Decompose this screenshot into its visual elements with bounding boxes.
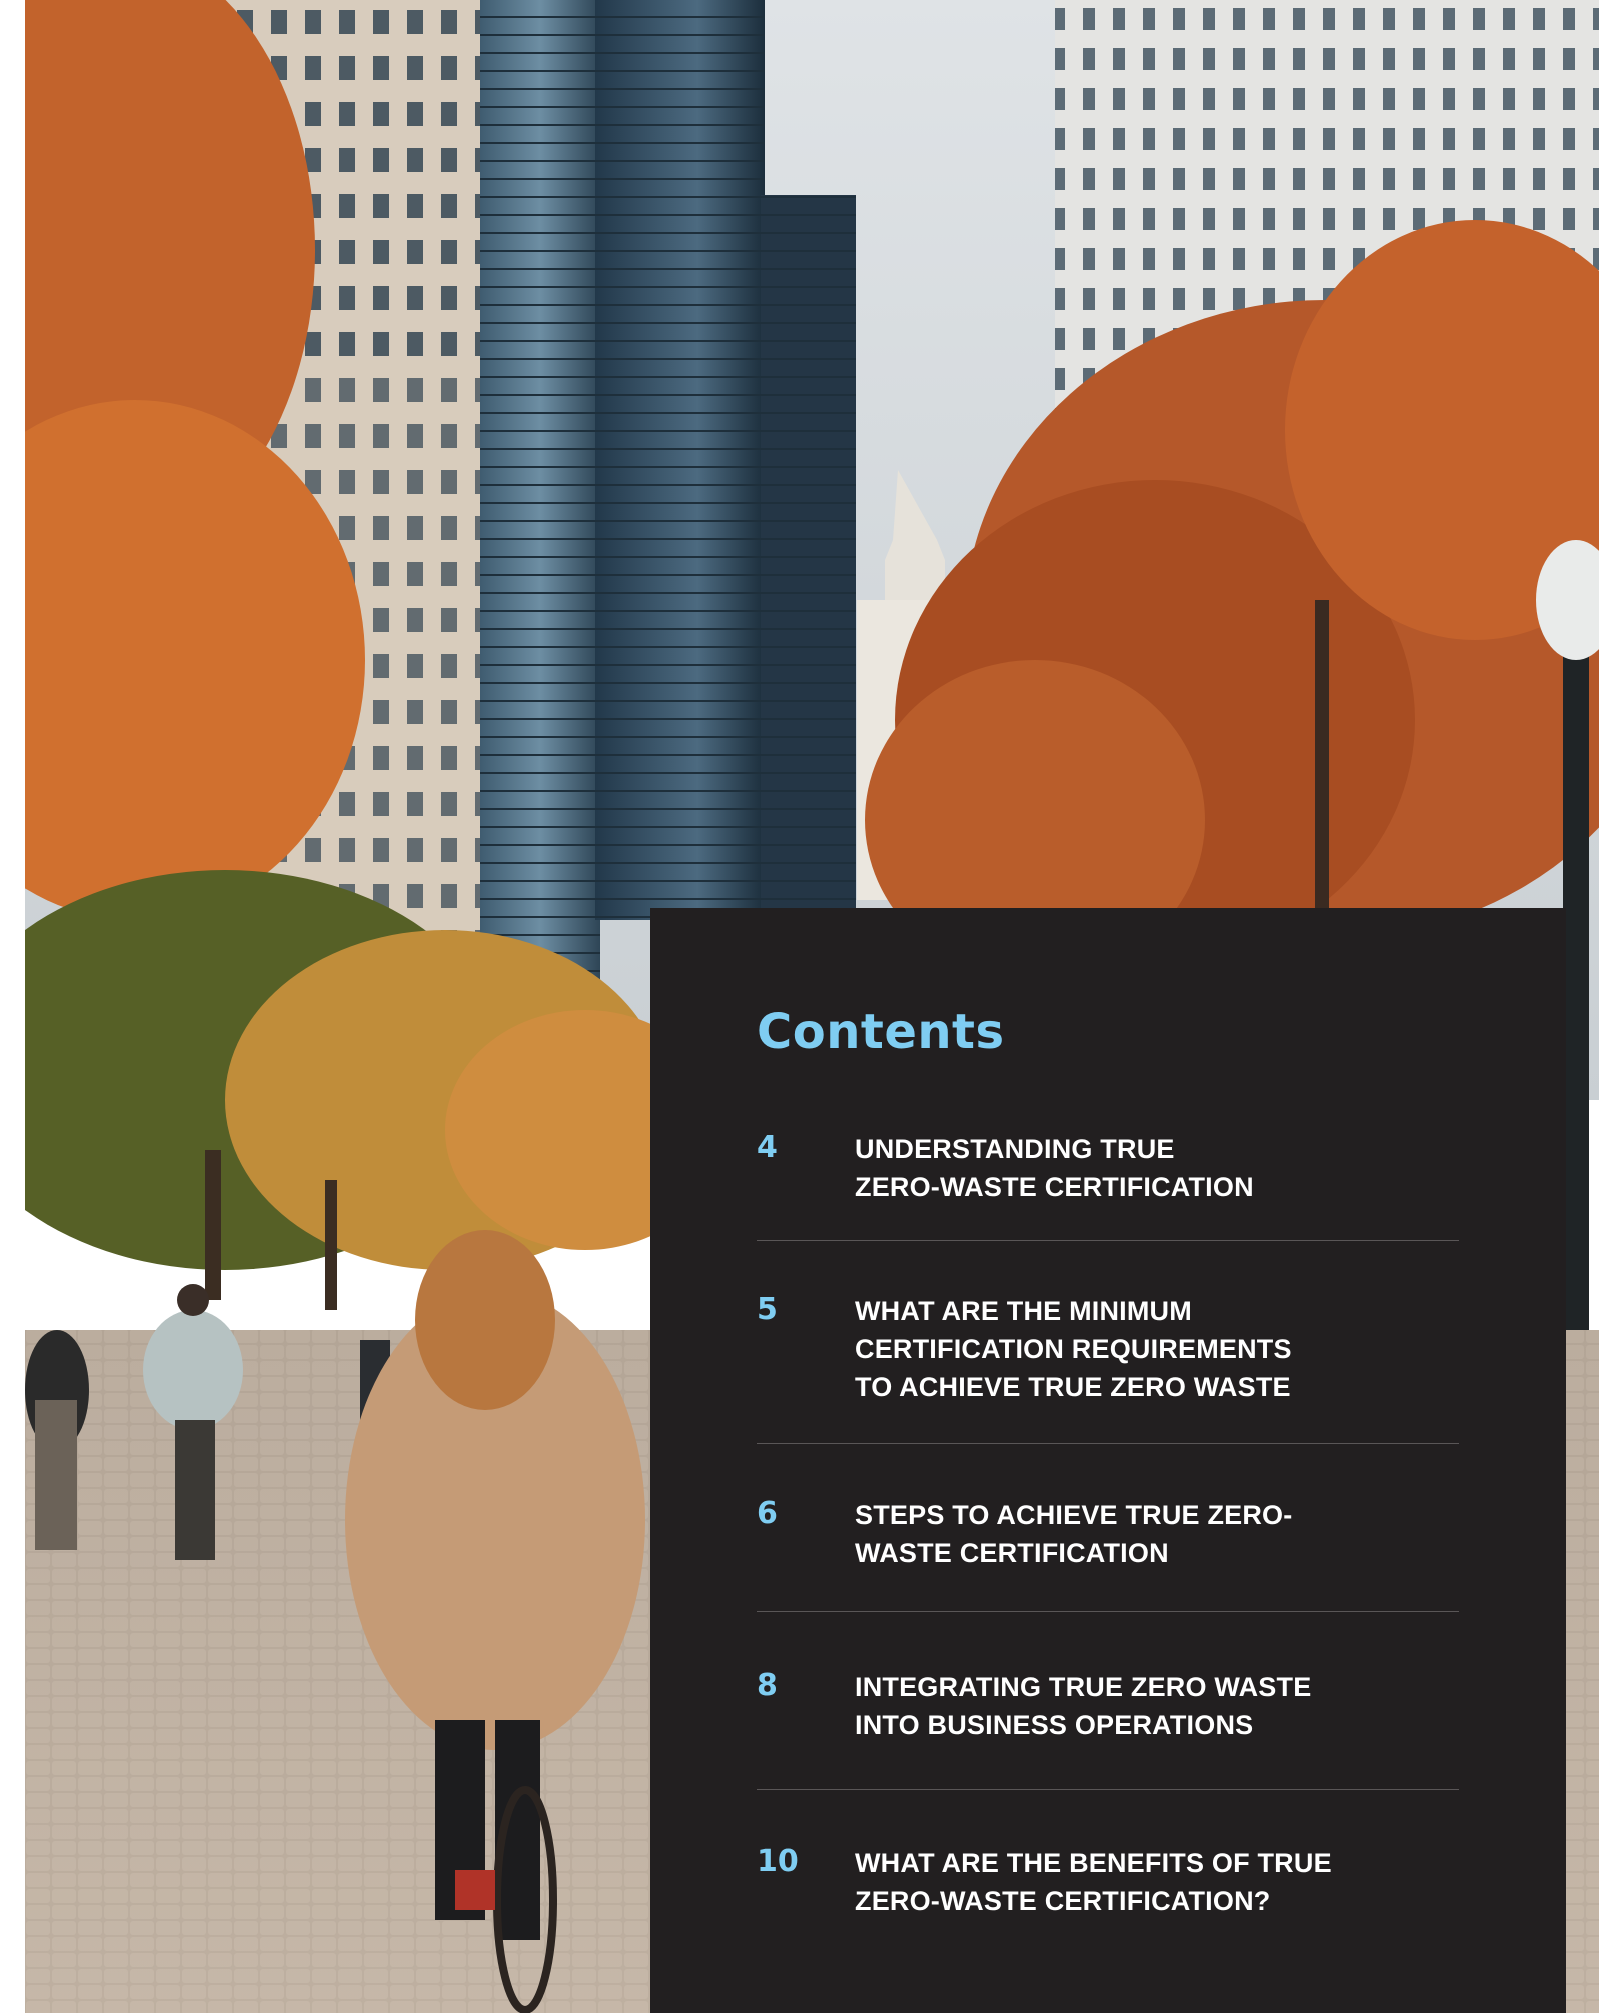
toc-title: WHAT ARE THE MINIMUM CERTIFICATION REQUI…	[855, 1296, 1292, 1402]
toc-title: UNDERSTANDING TRUE ZERO-WASTE CERTIFICAT…	[855, 1134, 1254, 1202]
toc-title: INTEGRATING TRUE ZERO WASTE INTO BUSINES…	[855, 1672, 1312, 1740]
toc-page-number: 5	[757, 1292, 778, 1327]
page: Contents 4 UNDERSTANDING TRUE ZERO-WASTE…	[0, 0, 1599, 2013]
toc-divider	[757, 1789, 1459, 1790]
toc-page-number: 10	[757, 1844, 799, 1879]
toc-divider	[757, 1611, 1459, 1612]
toc-divider	[757, 1240, 1459, 1241]
toc-page-number: 8	[757, 1668, 778, 1703]
toc-page-number: 6	[757, 1496, 778, 1531]
contents-title: Contents	[757, 1004, 1005, 1060]
toc-divider	[757, 1443, 1459, 1444]
toc-title: WHAT ARE THE BENEFITS OF TRUE ZERO-WASTE…	[855, 1848, 1332, 1916]
toc-title: STEPS TO ACHIEVE TRUE ZERO- WASTE CERTIF…	[855, 1500, 1293, 1568]
contents-panel: Contents 4 UNDERSTANDING TRUE ZERO-WASTE…	[650, 908, 1566, 2013]
toc-page-number: 4	[757, 1130, 778, 1165]
